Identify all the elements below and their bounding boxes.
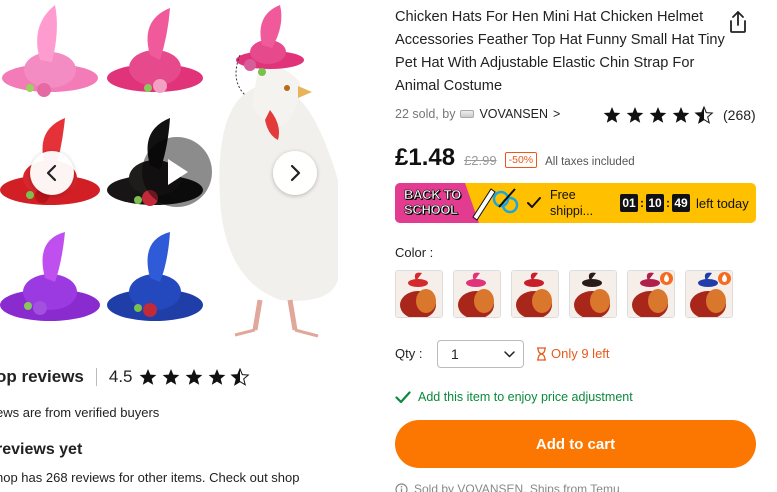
price-adjust-text: Add this item to enjoy price adjustment	[418, 390, 633, 404]
sold-by-footer: Sold by VOVANSEN, Ships from Temu	[395, 482, 620, 492]
promo-banner[interactable]: BACK TO SCHOOL Free shippi... 01 : 10 : …	[395, 183, 756, 223]
timer-sep: :	[640, 196, 644, 210]
add-to-cart-button[interactable]: Add to cart	[395, 420, 756, 468]
color-swatches	[395, 270, 733, 318]
back-to-school-badge: BACK TO SCHOOL	[395, 183, 521, 223]
play-video-button[interactable]	[142, 137, 212, 207]
sold-by-text: Sold by VOVANSEN, Ships from Temu	[414, 482, 620, 492]
timer-sep: :	[666, 196, 670, 210]
tax-note: All taxes included	[545, 156, 635, 168]
divider	[95, 368, 97, 386]
color-label: Color :	[395, 245, 434, 260]
chevron-right-icon: >	[553, 107, 561, 121]
swatch-image	[512, 271, 558, 317]
countdown-timer: 01 : 10 : 49	[620, 194, 690, 212]
quantity-select[interactable]: 1	[437, 340, 524, 368]
stock-note: Only 9 left	[536, 346, 610, 361]
swatch-image	[454, 271, 500, 317]
color-swatch[interactable]	[453, 270, 501, 318]
timer-minutes: 10	[646, 194, 664, 212]
back-to-school-text: BACK TO SCHOOL	[404, 187, 462, 218]
discount-badge: -50%	[504, 152, 538, 168]
hourglass-icon	[537, 346, 546, 361]
badge-line1: BACK TO	[404, 187, 462, 203]
original-price: £2.99	[464, 153, 497, 168]
info-icon	[395, 482, 408, 492]
school-supplies-icon	[465, 183, 521, 223]
play-icon	[168, 159, 188, 185]
color-swatch[interactable]	[569, 270, 617, 318]
check-icon	[395, 390, 411, 403]
color-swatch[interactable]	[627, 270, 675, 318]
price-adjust-note: Add this item to enjoy price adjustment	[395, 390, 633, 404]
fire-icon	[718, 272, 731, 285]
shop-reviews-header: op reviews 4.5	[0, 367, 251, 387]
star-rating-icon	[603, 106, 713, 124]
shop-rating-stars	[139, 368, 251, 386]
shop-reviews-title: op reviews	[0, 367, 84, 386]
swatch-image	[396, 271, 442, 317]
badge-line2: SCHOOL	[404, 202, 459, 218]
shop-reviews-note: hop has 268 reviews for other items. Che…	[0, 470, 300, 485]
left-today-text: left today	[696, 195, 749, 211]
sold-by-row[interactable]: 22 sold, by VOVANSEN >	[395, 107, 560, 121]
color-swatch[interactable]	[511, 270, 559, 318]
prev-image-button[interactable]	[30, 151, 74, 195]
stock-text: Only 9 left	[551, 346, 610, 361]
share-icon	[730, 11, 746, 33]
verified-note: ews are from verified buyers	[0, 405, 160, 420]
chevron-right-icon	[290, 164, 301, 182]
color-swatch[interactable]	[395, 270, 443, 318]
share-button[interactable]	[727, 10, 749, 34]
next-image-button[interactable]	[273, 151, 317, 195]
timer-seconds: 49	[672, 194, 690, 212]
product-rating[interactable]: (268)	[603, 106, 756, 124]
chevron-down-icon	[504, 350, 515, 357]
price-row: £1.48 £2.99 -50% All taxes included	[395, 144, 635, 172]
current-price: £1.48	[395, 144, 456, 171]
product-image-gallery[interactable]	[0, 0, 338, 338]
star-rating-icon	[139, 368, 249, 386]
brand-logo-icon	[460, 110, 475, 118]
sold-count: 22 sold, by	[395, 107, 456, 121]
quantity-value: 1	[451, 346, 459, 362]
swatch-image	[570, 271, 616, 317]
chevron-left-icon	[46, 164, 57, 182]
fire-icon	[660, 272, 673, 285]
rating-count: (268)	[723, 107, 756, 123]
free-shipping-text: Free shippi...	[550, 188, 594, 218]
check-icon	[527, 197, 541, 208]
no-reviews-heading: reviews yet	[0, 441, 83, 458]
color-swatch[interactable]	[685, 270, 733, 318]
brand-name[interactable]: VOVANSEN	[479, 107, 548, 121]
product-title: Chicken Hats For Hen Mini Hat Chicken He…	[395, 9, 725, 94]
quantity-label: Qty :	[395, 346, 423, 361]
shop-rating-value: 4.5	[108, 367, 133, 386]
timer-hours: 01	[620, 194, 638, 212]
